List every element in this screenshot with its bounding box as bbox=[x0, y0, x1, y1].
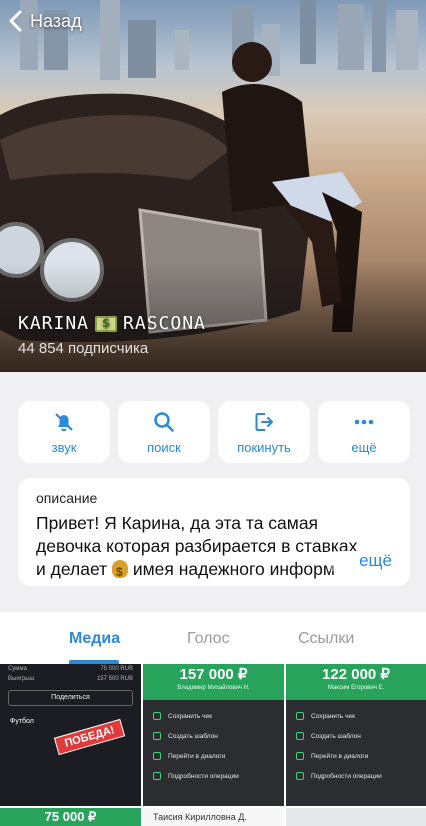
slip-row-value: 157 500 RUB bbox=[96, 676, 133, 682]
receipt-item-icon bbox=[296, 732, 304, 740]
sound-button[interactable]: звук bbox=[18, 401, 110, 463]
tab-voice[interactable]: Голос bbox=[187, 630, 230, 648]
receipt-item-icon bbox=[296, 772, 304, 780]
money-bag-icon bbox=[112, 560, 128, 581]
receipt-menu-item: Подробности операции bbox=[143, 766, 284, 786]
receipt-header: 157 000 ₽ Владимир Михайлович Н. bbox=[143, 664, 284, 700]
receipt-recipient: Владимир Михайлович Н. bbox=[177, 685, 250, 691]
media-thumbnail-receipt-2[interactable]: 122 000 ₽ Максим Егорович Е. Сохранить ч… bbox=[286, 664, 426, 806]
media-thumbnail-bet-slip[interactable]: Сумма 75 000 RUB Выигрыш 157 500 RUB Под… bbox=[0, 664, 141, 806]
description-line-1: Привет! Я Карина, да эта та самая bbox=[36, 513, 319, 533]
slip-row-value: 75 000 RUB bbox=[100, 666, 133, 672]
receipt-item-icon bbox=[153, 752, 161, 760]
slip-row: Сумма 75 000 RUB bbox=[0, 664, 141, 674]
receipt-menu-item: Перейти в диалоги bbox=[143, 746, 284, 766]
receipt-menu-item: Сохранить чек bbox=[286, 706, 426, 726]
receipt-recipient: Максим Егорович Е. bbox=[327, 685, 385, 691]
receipt-item-icon bbox=[153, 732, 161, 740]
channel-title-first: KARINA bbox=[18, 313, 90, 334]
receipt-header: 122 000 ₽ Максим Егорович Е. bbox=[286, 664, 426, 700]
receipt-menu-label: Подробности операции bbox=[311, 772, 382, 780]
description-card: описание Привет! Я Карина, да эта та сам… bbox=[18, 478, 410, 586]
receipt-recipient: Таисия Кирилловна Д. bbox=[153, 812, 247, 822]
receipt-menu-item: Подробности операции bbox=[286, 766, 426, 786]
chevron-left-icon bbox=[9, 10, 22, 32]
receipt-amount: 122 000 ₽ bbox=[322, 666, 390, 683]
slip-row: Выигрыш 157 500 RUB bbox=[0, 674, 141, 684]
channel-cover-photo: Назад KARINA RASCONA 44 854 подписчика bbox=[0, 0, 426, 372]
receipt-menu-item: Сохранить чек bbox=[143, 706, 284, 726]
action-bar: звук поиск покинуть ещё bbox=[18, 401, 410, 463]
channel-title: KARINA RASCONA bbox=[18, 313, 206, 334]
more-label: ещё bbox=[351, 439, 377, 455]
receipt-menu-item: Перейти в диалоги bbox=[286, 746, 426, 766]
slip-row-key: Сумма bbox=[8, 666, 27, 672]
search-label: поиск bbox=[147, 439, 181, 455]
media-thumbnail-receipt-3[interactable]: 75 000 ₽ bbox=[0, 808, 141, 826]
receipt-menu-label: Сохранить чек bbox=[311, 712, 355, 720]
slip-row-key: Выигрыш bbox=[8, 676, 35, 682]
description-line-3-end: имея надежного информ bbox=[132, 559, 335, 579]
tab-links[interactable]: Ссылки bbox=[298, 630, 354, 648]
media-thumbnail-receipt-1[interactable]: 157 000 ₽ Владимир Михайлович Н. Сохрани… bbox=[143, 664, 284, 806]
receipt-menu-label: Сохранить чек bbox=[168, 712, 212, 720]
receipt-menu-label: Создать шаблон bbox=[168, 732, 218, 740]
receipt-amount: 75 000 ₽ bbox=[44, 809, 97, 824]
channel-title-second: RASCONA bbox=[123, 313, 206, 334]
receipt-menu-label: Перейти в диалоги bbox=[311, 752, 369, 760]
receipt-item-icon bbox=[153, 772, 161, 780]
media-thumbnail-receipt-4[interactable]: Таисия Кирилловна Д. bbox=[143, 808, 284, 826]
back-label: Назад bbox=[30, 10, 82, 31]
leave-button[interactable]: покинуть bbox=[218, 401, 310, 463]
sound-label: звук bbox=[51, 439, 77, 455]
receipt-item-icon bbox=[153, 712, 161, 720]
bell-icon bbox=[55, 412, 73, 431]
description-label: описание bbox=[36, 490, 98, 506]
media-grid: Сумма 75 000 RUB Выигрыш 157 500 RUB Под… bbox=[0, 664, 426, 826]
back-button[interactable]: Назад bbox=[8, 10, 82, 32]
receipt-menu-label: Подробности операции bbox=[168, 772, 239, 780]
subscriber-count: 44 854 подписчика bbox=[18, 340, 149, 357]
slip-share-button: Поделиться bbox=[8, 690, 133, 706]
more-dots-icon bbox=[354, 419, 374, 424]
receipt-item-icon bbox=[296, 712, 304, 720]
money-icon bbox=[95, 315, 118, 332]
media-tabs: Медиа Голос Ссылки bbox=[0, 612, 426, 664]
leave-icon bbox=[255, 412, 273, 431]
receipt-amount: 157 000 ₽ bbox=[179, 666, 248, 683]
channel-profile-page: Назад KARINA RASCONA 44 854 подписчика з… bbox=[0, 0, 426, 826]
tab-media[interactable]: Медиа bbox=[69, 630, 120, 648]
receipt-menu-item: Создать шаблон bbox=[143, 726, 284, 746]
leave-label: покинуть bbox=[237, 439, 291, 455]
description-line-3-start: и делает bbox=[36, 559, 108, 579]
receipt-item-icon bbox=[296, 752, 304, 760]
receipt-menu-label: Перейти в диалоги bbox=[168, 752, 226, 760]
search-button[interactable]: поиск bbox=[118, 401, 210, 463]
media-thumbnail-photo[interactable] bbox=[286, 808, 426, 826]
receipt-menu-label: Создать шаблон bbox=[311, 732, 361, 740]
search-icon bbox=[154, 411, 174, 432]
description-more-link[interactable]: ещё bbox=[325, 551, 392, 571]
more-button[interactable]: ещё bbox=[318, 401, 410, 463]
receipt-menu-item: Создать шаблон bbox=[286, 726, 426, 746]
